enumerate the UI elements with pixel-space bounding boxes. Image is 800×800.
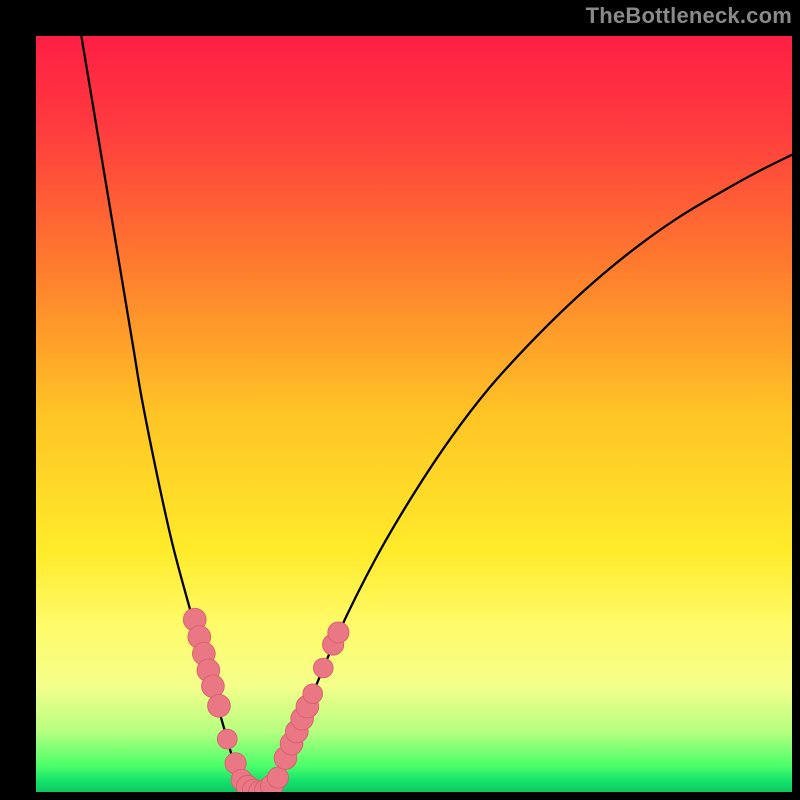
bottleneck-curve [36, 36, 792, 792]
data-marker [303, 684, 323, 704]
bottleneck-path [81, 36, 792, 792]
data-marker [267, 767, 288, 788]
data-marker [208, 694, 231, 717]
watermark-text: TheBottleneck.com [586, 3, 792, 29]
plot-area [36, 36, 792, 792]
data-marker [328, 622, 349, 643]
chart-frame: TheBottleneck.com [0, 0, 800, 800]
data-marker [217, 729, 237, 749]
data-marker [313, 658, 333, 678]
data-marker [202, 675, 225, 698]
